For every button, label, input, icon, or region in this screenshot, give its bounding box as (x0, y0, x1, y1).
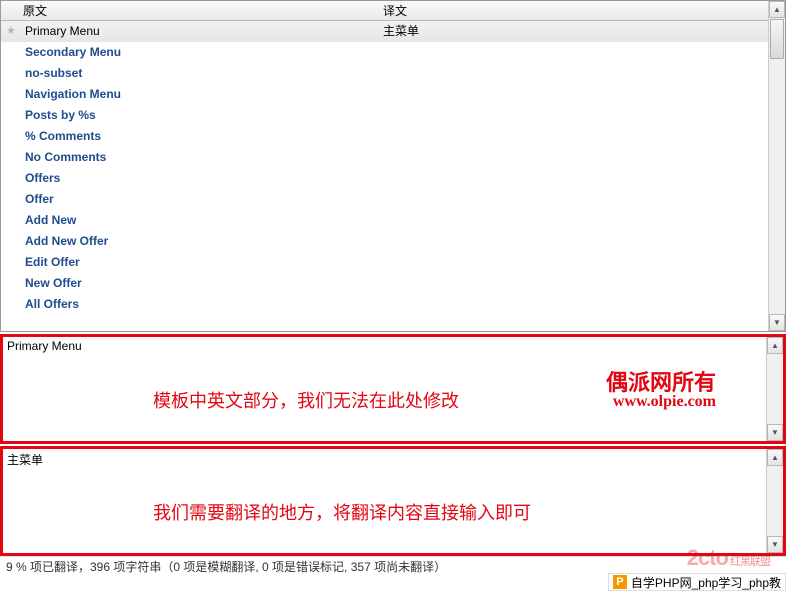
target-pane[interactable]: 主菜单 我们需要翻译的地方，将翻译内容直接输入即可 ▲ ▼ (0, 446, 786, 556)
watermark-cn: 红黑联盟 (730, 553, 770, 569)
table-row[interactable]: Posts by %s (1, 105, 768, 126)
ad-text[interactable]: 自学PHP网_php学习_php教 (631, 574, 781, 591)
source-cell[interactable]: Add New Offer (21, 231, 381, 252)
target-cell[interactable] (381, 294, 768, 315)
target-cell[interactable] (381, 84, 768, 105)
star-icon[interactable] (1, 189, 21, 210)
source-cell[interactable]: Offers (21, 168, 381, 189)
source-cell[interactable]: Primary Menu (21, 21, 381, 42)
star-icon[interactable] (1, 126, 21, 147)
target-cell[interactable] (381, 105, 768, 126)
target-pane-label[interactable]: 主菜单 (3, 449, 766, 470)
source-cell[interactable]: Edit Offer (21, 252, 381, 273)
source-cell[interactable]: Secondary Menu (21, 42, 381, 63)
target-cell[interactable] (381, 42, 768, 63)
grid-body[interactable]: ★Primary Menu主菜单Secondary Menuno-subsetN… (1, 21, 768, 315)
table-row[interactable]: ★Primary Menu主菜单 (1, 21, 768, 42)
col-source-header[interactable]: 原文 (21, 1, 381, 20)
target-cell[interactable] (381, 252, 768, 273)
scroll-thumb[interactable] (770, 19, 784, 59)
table-row[interactable]: No Comments (1, 147, 768, 168)
scroll-up-icon[interactable]: ▲ (769, 1, 785, 18)
translation-grid: 原文 译文 ★Primary Menu主菜单Secondary Menuno-s… (0, 0, 786, 332)
annotation-source: 模板中英文部分，我们无法在此处修改 (153, 387, 459, 413)
table-row[interactable]: % Comments (1, 126, 768, 147)
table-row[interactable]: Edit Offer (1, 252, 768, 273)
source-cell[interactable]: no-subset (21, 63, 381, 84)
source-cell[interactable]: Add New (21, 210, 381, 231)
star-icon[interactable] (1, 273, 21, 294)
watermark-2cto: 2cto 红黑联盟 (687, 545, 770, 571)
star-icon[interactable] (1, 105, 21, 126)
target-cell[interactable] (381, 63, 768, 84)
star-icon[interactable] (1, 252, 21, 273)
target-cell[interactable] (381, 210, 768, 231)
star-icon[interactable] (1, 63, 21, 84)
table-row[interactable]: Secondary Menu (1, 42, 768, 63)
table-row[interactable]: Add New Offer (1, 231, 768, 252)
target-cell[interactable] (381, 189, 768, 210)
source-cell[interactable]: Navigation Menu (21, 84, 381, 105)
star-icon[interactable] (1, 210, 21, 231)
source-cell[interactable]: All Offers (21, 294, 381, 315)
grid-scrollbar[interactable]: ▲ ▼ (768, 1, 785, 331)
star-icon[interactable]: ★ (1, 21, 21, 42)
grid-header: 原文 译文 (1, 1, 768, 21)
scroll-up-icon[interactable]: ▲ (767, 337, 783, 354)
ad-icon: P (613, 575, 627, 589)
annotation-target: 我们需要翻译的地方，将翻译内容直接输入即可 (153, 499, 531, 525)
target-cell[interactable] (381, 168, 768, 189)
ad-bar[interactable]: P 自学PHP网_php学习_php教 (608, 573, 786, 591)
brand-url: www.olpie.com (613, 393, 716, 411)
star-icon[interactable] (1, 168, 21, 189)
table-row[interactable]: Offers (1, 168, 768, 189)
table-row[interactable]: Offer (1, 189, 768, 210)
target-cell[interactable] (381, 147, 768, 168)
star-icon[interactable] (1, 42, 21, 63)
target-cell[interactable]: 主菜单 (381, 21, 768, 42)
target-cell[interactable] (381, 273, 768, 294)
source-cell[interactable]: New Offer (21, 273, 381, 294)
star-icon[interactable] (1, 231, 21, 252)
scroll-down-icon[interactable]: ▼ (769, 314, 785, 331)
source-cell[interactable]: No Comments (21, 147, 381, 168)
source-pane: Primary Menu 模板中英文部分，我们无法在此处修改 偶派网所有 www… (0, 334, 786, 444)
source-cell[interactable]: % Comments (21, 126, 381, 147)
target-cell[interactable] (381, 231, 768, 252)
source-cell[interactable]: Offer (21, 189, 381, 210)
star-icon[interactable] (1, 84, 21, 105)
table-row[interactable]: Navigation Menu (1, 84, 768, 105)
source-cell[interactable]: Posts by %s (21, 105, 381, 126)
table-row[interactable]: All Offers (1, 294, 768, 315)
star-icon[interactable] (1, 294, 21, 315)
table-row[interactable]: Add New (1, 210, 768, 231)
star-icon[interactable] (1, 147, 21, 168)
source-pane-scrollbar[interactable]: ▲ ▼ (766, 337, 783, 441)
col-target-header[interactable]: 译文 (381, 1, 768, 20)
scroll-down-icon[interactable]: ▼ (767, 424, 783, 441)
table-row[interactable]: no-subset (1, 63, 768, 84)
scroll-up-icon[interactable]: ▲ (767, 449, 783, 466)
target-cell[interactable] (381, 126, 768, 147)
source-pane-label: Primary Menu (3, 337, 766, 355)
watermark-logo: 2cto (687, 545, 728, 571)
target-pane-scrollbar[interactable]: ▲ ▼ (766, 449, 783, 553)
table-row[interactable]: New Offer (1, 273, 768, 294)
